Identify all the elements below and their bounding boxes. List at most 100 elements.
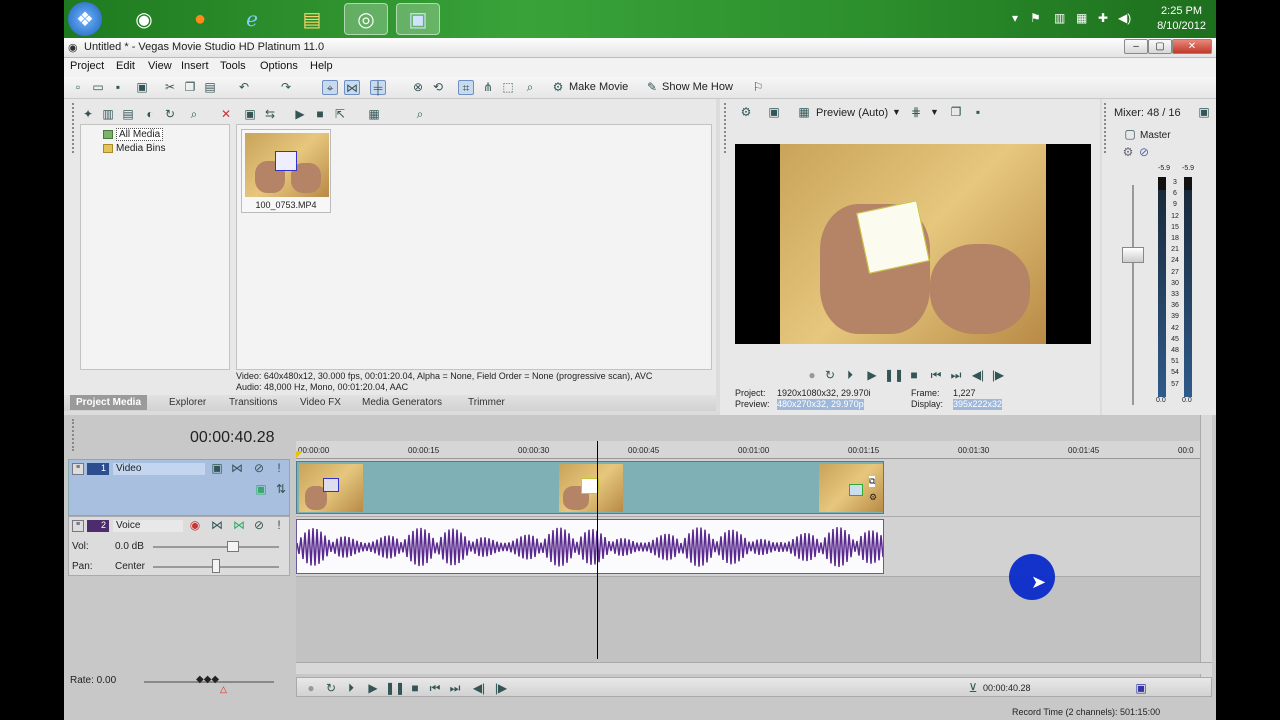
- video-track-lane[interactable]: ⧉ ⚙: [296, 459, 1200, 517]
- prev-frame-icon[interactable]: ◀|: [970, 368, 986, 383]
- track-header-video[interactable]: ≡ 1 Video ▣ ⋈ ⊘ ! ▣ ⇅: [68, 459, 290, 516]
- track-motion-icon[interactable]: ▣: [209, 461, 225, 476]
- tab-project-media[interactable]: Project Media: [70, 395, 148, 410]
- marker-icon[interactable]: ⊻: [965, 681, 981, 696]
- overlays-chevron-icon[interactable]: ▼: [930, 107, 939, 117]
- audio-event[interactable]: [296, 519, 884, 574]
- snapping-icon[interactable]: ╪: [370, 80, 386, 95]
- track-collapse-icon[interactable]: ≡: [72, 463, 84, 475]
- preview-quality-dropdown[interactable]: Preview (Auto): [816, 107, 888, 119]
- timeline-grip[interactable]: [72, 419, 78, 451]
- record-icon[interactable]: ●: [804, 368, 820, 383]
- menu-edit[interactable]: Edit: [116, 60, 135, 72]
- master-mute-icon[interactable]: ⊘: [1136, 145, 1152, 160]
- maximize-button[interactable]: ▢: [1148, 39, 1172, 54]
- play-preview-icon[interactable]: ▶: [292, 107, 308, 122]
- track-header-voice[interactable]: ≡ 2 Voice ◉ ⋈ ⋈ ⊘ ! Vol: 0.0 dB Pan: Cen…: [68, 516, 290, 576]
- master-fx-icon[interactable]: ⚙: [1120, 145, 1136, 160]
- tab-media-generators[interactable]: Media Generators: [362, 397, 442, 408]
- copy-snapshot-icon[interactable]: ❐: [948, 105, 964, 120]
- undo-icon[interactable]: ↶: [236, 80, 252, 95]
- tl-go-start-icon[interactable]: ⏮: [427, 681, 443, 696]
- tray-arrow-icon[interactable]: ▾: [1012, 11, 1018, 25]
- capture-icon[interactable]: ▥: [100, 107, 116, 122]
- voice-track-lane[interactable]: [296, 517, 1200, 577]
- auto-ripple-icon[interactable]: ⟲: [430, 80, 446, 95]
- cut-icon[interactable]: ✂: [162, 80, 178, 95]
- arm-record-icon[interactable]: ◉: [187, 518, 203, 533]
- tl-play-icon[interactable]: ▶: [365, 681, 381, 696]
- video-event[interactable]: ⧉ ⚙: [296, 461, 884, 514]
- get-photos-icon[interactable]: ▤: [120, 107, 136, 122]
- help-pointer-icon[interactable]: ⚐: [750, 80, 766, 95]
- make-movie-icon[interactable]: ⚙: [550, 80, 566, 95]
- chrome-icon[interactable]: ◉: [122, 3, 166, 35]
- close-button[interactable]: ✕: [1172, 39, 1212, 54]
- tab-trimmer[interactable]: Trimmer: [468, 397, 505, 408]
- select-tool-icon[interactable]: ⬚: [500, 80, 516, 95]
- explorer-folder-icon[interactable]: ▤: [290, 3, 334, 35]
- timeline-horizontal-scrollbar[interactable]: [296, 662, 1212, 674]
- next-frame-icon[interactable]: |▶: [990, 368, 1006, 383]
- event-pan-crop-icon[interactable]: ⧉: [869, 476, 876, 487]
- pause-icon[interactable]: ❚❚: [884, 368, 904, 383]
- views-icon[interactable]: ▦: [366, 107, 382, 122]
- tab-explorer[interactable]: Explorer: [169, 397, 206, 408]
- firefox-icon[interactable]: ●: [178, 3, 222, 35]
- properties-icon[interactable]: ▣: [134, 80, 150, 95]
- preview-fx-icon[interactable]: ▦: [796, 105, 812, 120]
- timeline-ruler[interactable]: 00:00:00 00:00:15 00:00:30 00:00:45 00:0…: [296, 441, 1200, 459]
- show-me-how-button[interactable]: Show Me How: [662, 81, 733, 93]
- refresh-icon[interactable]: ↻: [162, 107, 178, 122]
- tab-video-fx[interactable]: Video FX: [300, 397, 341, 408]
- auto-crossfade-icon[interactable]: ⊗: [410, 80, 426, 95]
- save-icon[interactable]: ▪: [110, 80, 126, 95]
- media-item[interactable]: 100_0753.MP4: [241, 129, 331, 213]
- envelope-tool-icon[interactable]: ⋈: [344, 80, 360, 95]
- rate-slider[interactable]: ◆◆◆: [196, 674, 219, 685]
- preview-properties-icon[interactable]: ⚙: [738, 105, 754, 120]
- voice-collapse-icon[interactable]: ≡: [72, 520, 84, 532]
- redo-icon[interactable]: ↷: [278, 80, 294, 95]
- ignore-grouping-icon[interactable]: ⋔: [480, 80, 496, 95]
- tree-item-all-media[interactable]: All Media: [103, 127, 164, 141]
- loop-icon[interactable]: ↻: [822, 368, 838, 383]
- track-composite-mode-icon[interactable]: ⇅: [273, 482, 289, 497]
- preview-quality-chevron-icon[interactable]: ▼: [892, 107, 901, 117]
- save-snapshot-icon[interactable]: ▪: [970, 105, 986, 120]
- mixer-grip[interactable]: [1104, 103, 1110, 153]
- voice-solo-icon[interactable]: !: [271, 518, 287, 533]
- clock[interactable]: 2:25 PM 8/10/2012: [1157, 4, 1206, 34]
- playhead-cursor[interactable]: [597, 441, 598, 659]
- delete-icon[interactable]: ✕: [218, 107, 234, 122]
- tl-record-icon[interactable]: ●: [303, 681, 319, 696]
- voice-mute-icon[interactable]: ⊘: [251, 518, 267, 533]
- play-from-start-icon[interactable]: ⏵: [842, 368, 858, 383]
- stop-icon[interactable]: ■: [906, 368, 922, 383]
- timeline-vertical-scrollbar[interactable]: [1200, 415, 1212, 677]
- overlays-icon[interactable]: ⋕: [908, 105, 924, 120]
- search-icon[interactable]: ⌕: [412, 107, 428, 122]
- preview-grip[interactable]: [724, 103, 730, 153]
- normal-edit-tool-icon[interactable]: ⌖: [322, 80, 338, 95]
- track-fx-icon[interactable]: ⋈: [229, 461, 245, 476]
- voice-track-name[interactable]: Voice: [113, 520, 183, 532]
- vol-slider[interactable]: [227, 541, 239, 552]
- track-solo-icon[interactable]: !: [271, 461, 287, 476]
- track-mute-icon[interactable]: ⊘: [251, 461, 267, 476]
- tray-monitor-icon[interactable]: ▦: [1076, 11, 1087, 25]
- external-monitor-icon[interactable]: ▣: [766, 105, 782, 120]
- tray-app-icon[interactable]: ✚: [1098, 11, 1108, 25]
- volume-icon[interactable]: ◀): [1118, 11, 1131, 25]
- auto-preview-icon[interactable]: ⇱: [332, 107, 348, 122]
- play-icon[interactable]: ▶: [864, 368, 880, 383]
- dock-grip[interactable]: [72, 103, 78, 153]
- menu-insert[interactable]: Insert: [181, 60, 209, 72]
- vegas-app-icon[interactable]: ▣: [396, 3, 440, 35]
- go-to-start-icon[interactable]: ⏮: [928, 368, 944, 383]
- tree-item-media-bins[interactable]: Media Bins: [103, 142, 165, 154]
- split-icon[interactable]: ⇆: [262, 107, 278, 122]
- track-compositing-icon[interactable]: ▣: [253, 482, 269, 497]
- minimize-button[interactable]: ‒: [1124, 39, 1148, 54]
- copy-icon[interactable]: ❐: [182, 80, 198, 95]
